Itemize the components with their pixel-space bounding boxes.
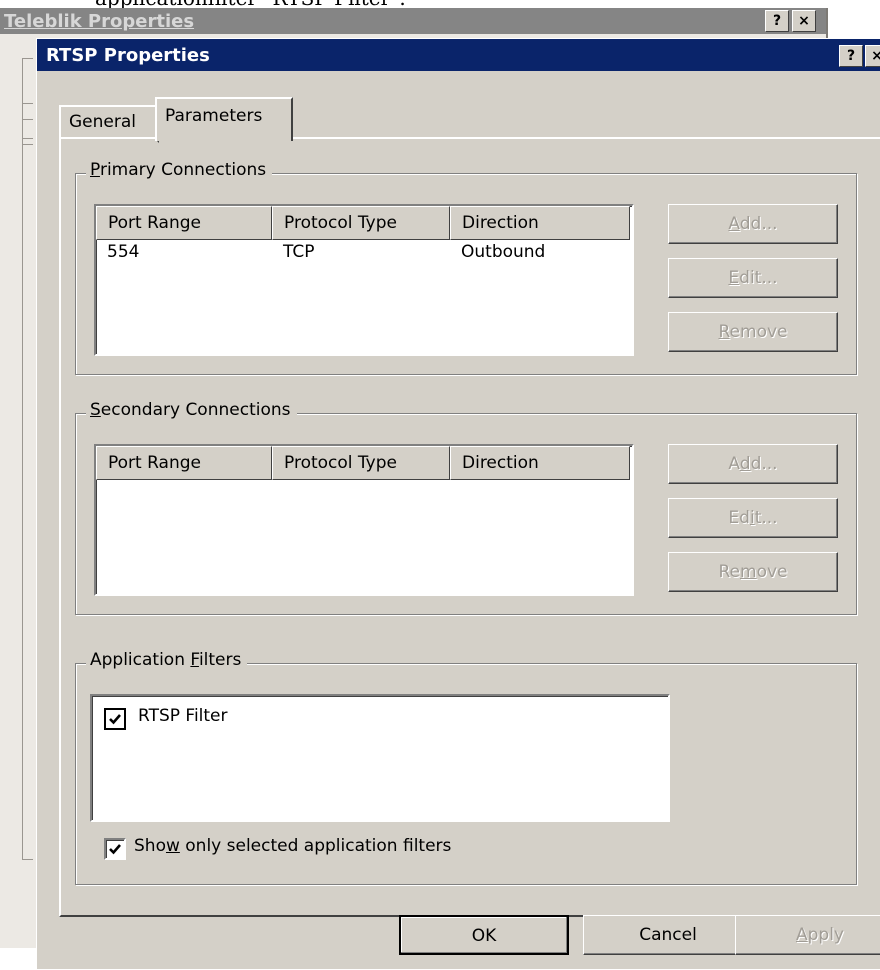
primary-add-button[interactable]: Add... xyxy=(668,204,838,244)
background-close-button[interactable]: × xyxy=(792,10,816,32)
title-bar: RTSP Properties ? × xyxy=(37,39,880,71)
background-window-title: Teleblik Properties xyxy=(4,11,195,32)
dialog-title: RTSP Properties xyxy=(46,45,210,66)
secondary-connections-list[interactable]: Port Range Protocol Type Direction xyxy=(94,444,634,596)
secondary-edit-button[interactable]: Edit... xyxy=(668,498,838,538)
column-header-protocol-type[interactable]: Protocol Type xyxy=(272,446,450,480)
parameters-page: Primary Connections Port Range Protocol … xyxy=(59,137,880,917)
primary-connections-group: Primary Connections Port Range Protocol … xyxy=(75,160,857,375)
apply-button[interactable]: Apply xyxy=(735,915,880,955)
cancel-button[interactable]: Cancel xyxy=(583,915,753,955)
help-button[interactable]: ? xyxy=(839,45,863,67)
show-only-selected-label: Show only selected application filters xyxy=(134,836,452,856)
cell-direction[interactable]: Outbound xyxy=(461,242,545,262)
secondary-connections-legend: Secondary Connections xyxy=(86,400,297,420)
rtsp-filter-checkbox[interactable] xyxy=(104,708,126,730)
tab-parameters[interactable]: Parameters xyxy=(155,97,293,141)
background-title-bar: Teleblik Properties ? × xyxy=(0,8,826,34)
secondary-remove-button[interactable]: Remove xyxy=(668,552,838,592)
ok-button[interactable]: OK xyxy=(399,915,569,955)
column-header-port-range[interactable]: Port Range xyxy=(96,206,272,240)
primary-connections-legend: Primary Connections xyxy=(86,160,273,180)
primary-edit-button[interactable]: Edit... xyxy=(668,258,838,298)
secondary-connections-group: Secondary Connections Port Range Protoco… xyxy=(75,400,857,615)
background-frame-edge xyxy=(22,138,33,860)
checkmark-icon xyxy=(109,844,121,855)
column-header-protocol-type[interactable]: Protocol Type xyxy=(272,206,450,240)
show-only-selected-option[interactable]: Show only selected application filters xyxy=(104,836,584,860)
column-header-port-range[interactable]: Port Range xyxy=(96,446,272,480)
cell-port-range[interactable]: 554 xyxy=(107,242,139,262)
cell-protocol-type[interactable]: TCP xyxy=(283,242,315,262)
primary-connections-list[interactable]: Port Range Protocol Type Direction 554 T… xyxy=(94,204,634,356)
application-filters-list[interactable]: RTSP Filter xyxy=(90,694,670,822)
application-filters-legend: Application Filters xyxy=(86,650,248,670)
close-button[interactable]: × xyxy=(865,45,880,67)
rtsp-properties-dialog: RTSP Properties ? × General Parameters P… xyxy=(36,38,880,970)
application-filters-group: Application Filters RTSP Filter Show onl… xyxy=(75,650,857,885)
column-header-direction[interactable]: Direction xyxy=(450,446,630,480)
background-help-button[interactable]: ? xyxy=(765,10,789,32)
column-header-direction[interactable]: Direction xyxy=(450,206,630,240)
rtsp-filter-label: RTSP Filter xyxy=(138,706,228,726)
checkmark-icon xyxy=(109,714,121,725)
primary-remove-button[interactable]: Remove xyxy=(668,312,838,352)
show-only-selected-checkbox[interactable] xyxy=(104,838,126,860)
secondary-add-button[interactable]: Add... xyxy=(668,444,838,484)
